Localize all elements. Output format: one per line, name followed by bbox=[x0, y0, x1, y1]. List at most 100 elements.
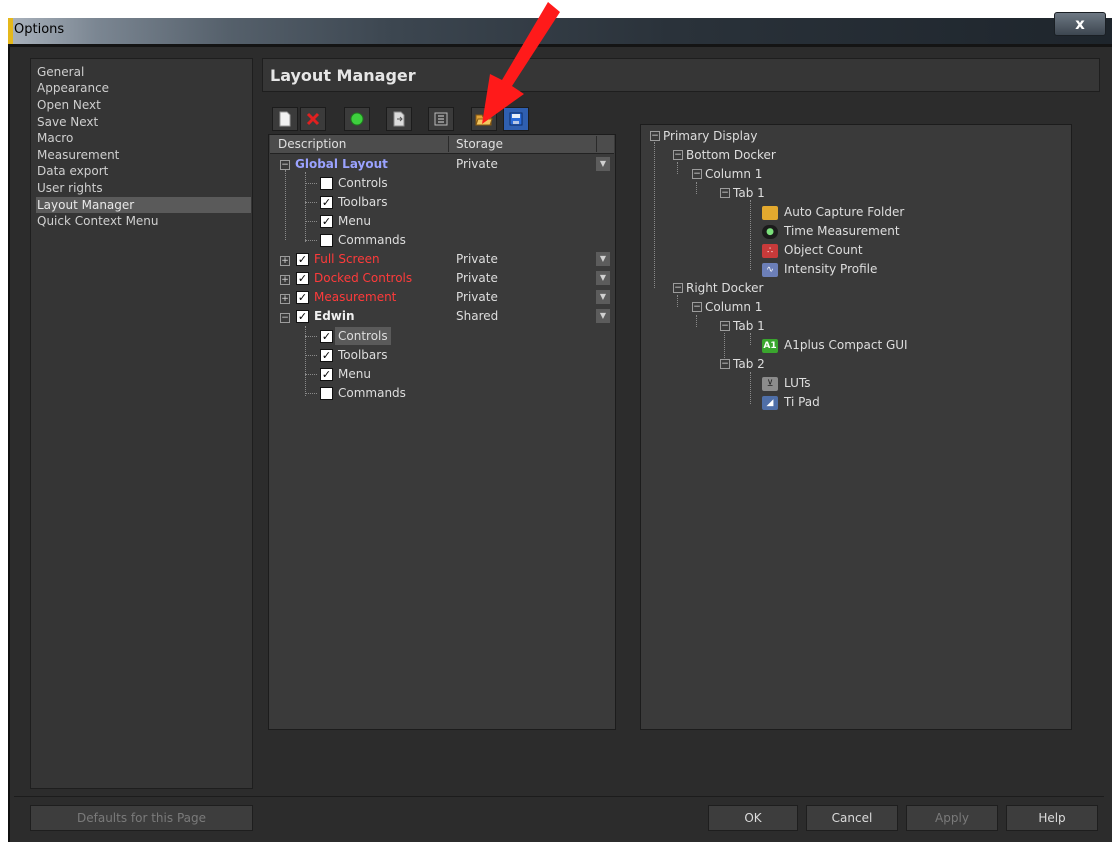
preview-node-auto-capture-folder[interactable]: Auto Capture Folder bbox=[784, 203, 904, 221]
delete-layout-button[interactable] bbox=[300, 107, 326, 131]
commands-checkbox[interactable] bbox=[320, 387, 333, 400]
new-layout-button[interactable] bbox=[272, 107, 298, 131]
docked-controls-checkbox[interactable]: ✓ bbox=[296, 272, 309, 285]
tree-line bbox=[305, 374, 317, 376]
full-screen-checkbox[interactable]: ✓ bbox=[296, 253, 309, 266]
collapse-toggle[interactable]: − bbox=[673, 150, 683, 160]
layout-child-toolbars[interactable]: Toolbars bbox=[338, 346, 387, 364]
commands-checkbox[interactable] bbox=[320, 234, 333, 247]
collapse-toggle[interactable]: − bbox=[720, 188, 730, 198]
expand-toggle[interactable]: + bbox=[280, 294, 290, 304]
menu-checkbox[interactable]: ✓ bbox=[320, 368, 333, 381]
tree-line bbox=[696, 182, 698, 194]
preview-node-column-1[interactable]: Column 1 bbox=[705, 165, 762, 183]
tree-view-button[interactable] bbox=[428, 107, 454, 131]
storage-value: Private bbox=[456, 252, 498, 266]
nav-item-quick-context-menu[interactable]: Quick Context Menu bbox=[36, 213, 251, 229]
preview-node-primary-display[interactable]: Primary Display bbox=[663, 127, 757, 145]
collapse-toggle[interactable]: − bbox=[720, 359, 730, 369]
apply-button[interactable]: Apply bbox=[906, 805, 998, 831]
layout-child-menu[interactable]: Menu bbox=[338, 365, 371, 383]
measurement-checkbox[interactable]: ✓ bbox=[296, 291, 309, 304]
tree-line bbox=[750, 372, 752, 404]
toolbars-checkbox[interactable]: ✓ bbox=[320, 349, 333, 362]
layout-row-edwin[interactable]: Edwin bbox=[314, 307, 355, 325]
nav-item-measurement[interactable]: Measurement bbox=[36, 147, 251, 163]
footer-divider bbox=[14, 796, 1104, 797]
nav-item-open-next[interactable]: Open Next bbox=[36, 97, 251, 113]
preview-node-luts[interactable]: LUTs bbox=[784, 374, 810, 392]
preview-node-time-measurement[interactable]: Time Measurement bbox=[784, 222, 900, 240]
close-button[interactable]: x bbox=[1054, 12, 1106, 36]
tree-line bbox=[305, 183, 317, 185]
nav-item-user-rights[interactable]: User rights bbox=[36, 180, 251, 196]
preview-node-right-docker[interactable]: Right Docker bbox=[686, 279, 763, 297]
toolbars-checkbox[interactable]: ✓ bbox=[320, 196, 333, 209]
tree-line bbox=[305, 393, 317, 395]
layout-child-toolbars[interactable]: Toolbars bbox=[338, 193, 387, 211]
layout-child-menu[interactable]: Menu bbox=[338, 212, 371, 230]
preview-node-object-count[interactable]: Object Count bbox=[784, 241, 863, 259]
column-header-description[interactable]: Description bbox=[278, 136, 346, 152]
tree-line bbox=[285, 170, 287, 240]
annotation-arrow bbox=[482, 2, 560, 124]
preview-node-bottom-docker[interactable]: Bottom Docker bbox=[686, 146, 776, 164]
expand-toggle[interactable]: + bbox=[280, 275, 290, 285]
nav-item-layout-manager[interactable]: Layout Manager bbox=[36, 197, 251, 213]
layout-child-commands[interactable]: Commands bbox=[338, 384, 406, 402]
ok-button[interactable]: OK bbox=[708, 805, 798, 831]
storage-dropdown-button[interactable]: ▼ bbox=[596, 157, 610, 171]
layout-row-measurement[interactable]: Measurement bbox=[314, 288, 396, 306]
collapse-toggle[interactable]: − bbox=[720, 321, 730, 331]
title-accent bbox=[8, 18, 13, 44]
collapse-toggle[interactable]: − bbox=[280, 313, 290, 323]
nav-item-macro[interactable]: Macro bbox=[36, 130, 251, 146]
layout-child-controls[interactable]: Controls bbox=[338, 174, 388, 192]
tree-line bbox=[750, 200, 752, 270]
folder-icon bbox=[762, 206, 778, 220]
controls-checkbox[interactable] bbox=[320, 177, 333, 190]
preview-node-intensity-profile[interactable]: Intensity Profile bbox=[784, 260, 877, 278]
edwin-checkbox[interactable]: ✓ bbox=[296, 310, 309, 323]
layout-child-commands[interactable]: Commands bbox=[338, 231, 406, 249]
activate-layout-button[interactable] bbox=[344, 107, 370, 131]
collapse-toggle[interactable]: − bbox=[280, 160, 290, 170]
layout-row-global-layout[interactable]: Global Layout bbox=[295, 155, 388, 173]
preview-node-a1plus-compact-gui[interactable]: A1plus Compact GUI bbox=[784, 336, 908, 354]
help-button[interactable]: Help bbox=[1006, 805, 1098, 831]
defaults-for-page-button[interactable]: Defaults for this Page bbox=[30, 805, 253, 831]
controls-checkbox[interactable]: ✓ bbox=[320, 330, 333, 343]
tree-line bbox=[305, 240, 317, 242]
storage-dropdown-button[interactable]: ▼ bbox=[596, 271, 610, 285]
nav-item-save-next[interactable]: Save Next bbox=[36, 114, 251, 130]
collapse-toggle[interactable]: − bbox=[673, 283, 683, 293]
layout-row-full-screen[interactable]: Full Screen bbox=[314, 250, 380, 268]
collapse-toggle[interactable]: − bbox=[692, 169, 702, 179]
expand-toggle[interactable]: + bbox=[280, 256, 290, 266]
luts-icon: ⊻ bbox=[762, 377, 778, 391]
preview-node-column-1[interactable]: Column 1 bbox=[705, 298, 762, 316]
nav-item-general[interactable]: General bbox=[36, 64, 251, 80]
layout-child-controls[interactable]: Controls bbox=[338, 327, 388, 345]
collapse-toggle[interactable]: − bbox=[692, 302, 702, 312]
storage-value: Private bbox=[456, 157, 498, 171]
cancel-button[interactable]: Cancel bbox=[806, 805, 898, 831]
layout-row-docked-controls[interactable]: Docked Controls bbox=[314, 269, 412, 287]
storage-dropdown-button[interactable]: ▼ bbox=[596, 290, 610, 304]
nav-item-data-export[interactable]: Data export bbox=[36, 163, 251, 179]
storage-dropdown-button[interactable]: ▼ bbox=[596, 252, 610, 266]
preview-node-tab-1[interactable]: Tab 1 bbox=[733, 317, 765, 335]
storage-dropdown-button[interactable]: ▼ bbox=[596, 309, 610, 323]
preview-node-ti-pad[interactable]: Ti Pad bbox=[784, 393, 820, 411]
tree-view-icon bbox=[434, 112, 448, 126]
copy-layout-button[interactable] bbox=[386, 107, 412, 131]
collapse-toggle[interactable]: − bbox=[650, 131, 660, 141]
menu-checkbox[interactable]: ✓ bbox=[320, 215, 333, 228]
preview-node-tab-1[interactable]: Tab 1 bbox=[733, 184, 765, 202]
storage-value: Private bbox=[456, 290, 498, 304]
tree-line bbox=[654, 142, 656, 288]
ti-pad-icon: ◢ bbox=[762, 396, 778, 410]
activate-icon bbox=[350, 112, 364, 126]
preview-node-tab-2[interactable]: Tab 2 bbox=[733, 355, 765, 373]
nav-item-appearance[interactable]: Appearance bbox=[36, 80, 251, 96]
